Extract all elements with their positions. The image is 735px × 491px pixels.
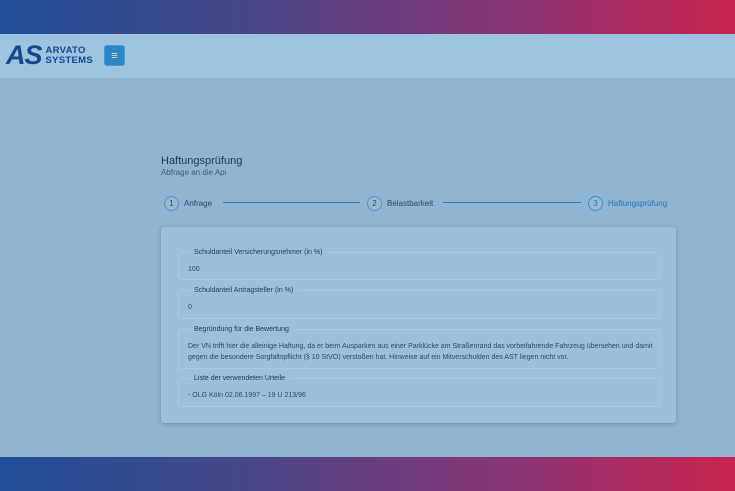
stepper: 1 Anfrage 2 Belastbarkeit 3 Haftungsprüf…: [161, 194, 676, 212]
field-value-line: Der VN trifft hier die alleinige Haftung…: [188, 343, 653, 350]
field-value: Der VN trifft hier die alleinige Haftung…: [188, 341, 658, 363]
step-number: 1: [164, 195, 179, 211]
step-label: Haftungsprüfung: [608, 198, 668, 208]
step-anfrage[interactable]: 1 Anfrage: [164, 194, 212, 212]
step-belastbarkeit[interactable]: 2 Belastbarkeit: [367, 194, 433, 212]
menu-toggle-button[interactable]: ≡: [104, 45, 125, 66]
field-begruendung[interactable]: Begründung für die Bewertung Der VN trif…: [178, 325, 660, 369]
field-schuldanteil-ast[interactable]: Schuldanteil Antragsteller (in %) 0: [178, 286, 660, 319]
field-legend: Schuldanteil Antragsteller (in %): [190, 286, 298, 295]
app-header: AS ARVATO SYSTEMS ≡: [0, 34, 735, 78]
field-value: - OLG Köln 02.06.1997 – 19 U 213/96: [188, 392, 306, 399]
field-legend: Begründung für die Bewertung: [190, 325, 293, 334]
step-haftungspruefung[interactable]: 3 Haftungsprüfung: [588, 194, 667, 212]
result-card: Schuldanteil Versicherungsnehmer (in %) …: [161, 227, 676, 423]
step-number: 3: [588, 195, 603, 211]
field-value: 0: [188, 304, 192, 311]
field-value-line: gegen die besondere Sorgfaltspflicht (§ …: [188, 354, 569, 361]
step-number: 2: [367, 195, 382, 211]
field-legend: Liste der verwendeten Urteile: [190, 374, 290, 383]
field-value: 100: [188, 266, 200, 273]
main-content: Haftungsprüfung Abfrage an die Api 1 Anf…: [0, 78, 735, 457]
field-schuldanteil-vn[interactable]: Schuldanteil Versicherungsnehmer (in %) …: [178, 248, 660, 280]
logo-mark: AS: [6, 40, 43, 70]
logo-wordmark: ARVATO SYSTEMS: [45, 44, 94, 66]
step-label: Anfrage: [184, 198, 213, 208]
step-connector: [443, 202, 581, 203]
hamburger-menu-icon: ≡: [111, 50, 118, 62]
top-gradient-bar: [0, 0, 735, 34]
field-urteile[interactable]: Liste der verwendeten Urteile - OLG Köln…: [178, 374, 660, 407]
logo-line-1: ARVATO: [45, 44, 86, 56]
page-subtitle: Abfrage an die Api: [161, 168, 227, 177]
step-connector: [223, 202, 360, 203]
arvato-systems-logo[interactable]: AS ARVATO SYSTEMS: [6, 42, 93, 69]
logo-line-2: SYSTEMS: [45, 54, 94, 66]
step-label: Belastbarkeit: [387, 198, 434, 208]
page-title: Haftungsprüfung: [161, 155, 243, 167]
bottom-gradient-bar: [0, 457, 735, 491]
field-legend: Schuldanteil Versicherungsnehmer (in %): [190, 248, 327, 257]
